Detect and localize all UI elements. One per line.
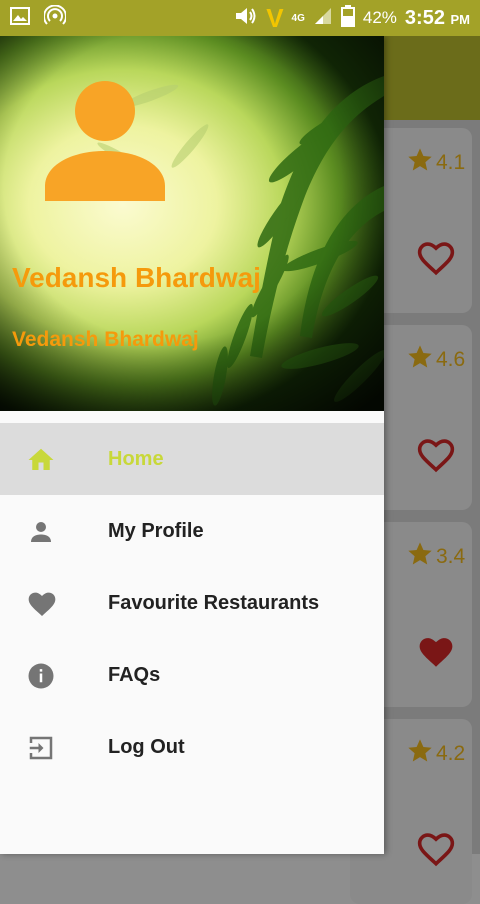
info-icon	[26, 661, 56, 691]
star-icon	[406, 540, 434, 574]
menu-item-favourite-restaurants[interactable]: Favourite Restaurants	[0, 567, 384, 639]
battery-percent: 42%	[362, 8, 397, 27]
user-name: Vedansh Bhardwaj	[12, 262, 261, 293]
network-type: 4G	[291, 12, 305, 24]
navigation-drawer: Vedansh Bhardwaj Vedansh Bhardwaj Home M…	[0, 36, 384, 854]
person-icon	[26, 517, 56, 547]
logout-icon	[26, 733, 56, 763]
favourite-heart-icon[interactable]	[416, 831, 456, 872]
menu-item-my-profile[interactable]: My Profile	[0, 495, 384, 567]
drawer-header: Vedansh Bhardwaj Vedansh Bhardwaj	[0, 36, 384, 411]
volume-icon	[234, 5, 258, 32]
clock: 3:52 PM	[404, 6, 470, 29]
hotspot-icon	[43, 4, 67, 32]
menu-item-faqs[interactable]: FAQs	[0, 639, 384, 711]
carrier-v-icon: V	[266, 2, 284, 33]
signal-icon	[313, 7, 333, 30]
rating: 4.1	[406, 146, 465, 180]
image-icon	[10, 6, 30, 30]
menu-item-label: Home	[108, 447, 164, 470]
star-icon	[406, 343, 434, 377]
avatar[interactable]	[45, 81, 165, 201]
menu-item-home[interactable]: Home	[0, 423, 384, 495]
favourite-heart-icon[interactable]	[416, 240, 456, 281]
rating: 3.4	[406, 540, 465, 574]
rating: 4.6	[406, 343, 465, 377]
user-subtitle: Vedansh Bhardwaj	[12, 328, 199, 351]
rating: 4.2	[406, 737, 465, 771]
status-bar: V 4G 42% 3:52 PM	[0, 0, 480, 36]
star-icon	[406, 737, 434, 771]
battery-icon	[340, 4, 355, 32]
menu-item-label: Favourite Restaurants	[108, 591, 320, 614]
favourite-heart-icon[interactable]	[416, 437, 456, 478]
drawer-menu: Home My Profile Favourite Restaurants FA…	[0, 423, 384, 783]
menu-item-log-out[interactable]: Log Out	[0, 711, 384, 783]
menu-item-label: My Profile	[108, 519, 204, 542]
menu-item-label: Log Out	[108, 735, 185, 758]
home-icon	[26, 445, 56, 475]
menu-item-label: FAQs	[108, 663, 161, 686]
favourite-heart-icon[interactable]	[416, 634, 456, 675]
star-icon	[406, 146, 434, 180]
heart-icon	[26, 589, 56, 619]
